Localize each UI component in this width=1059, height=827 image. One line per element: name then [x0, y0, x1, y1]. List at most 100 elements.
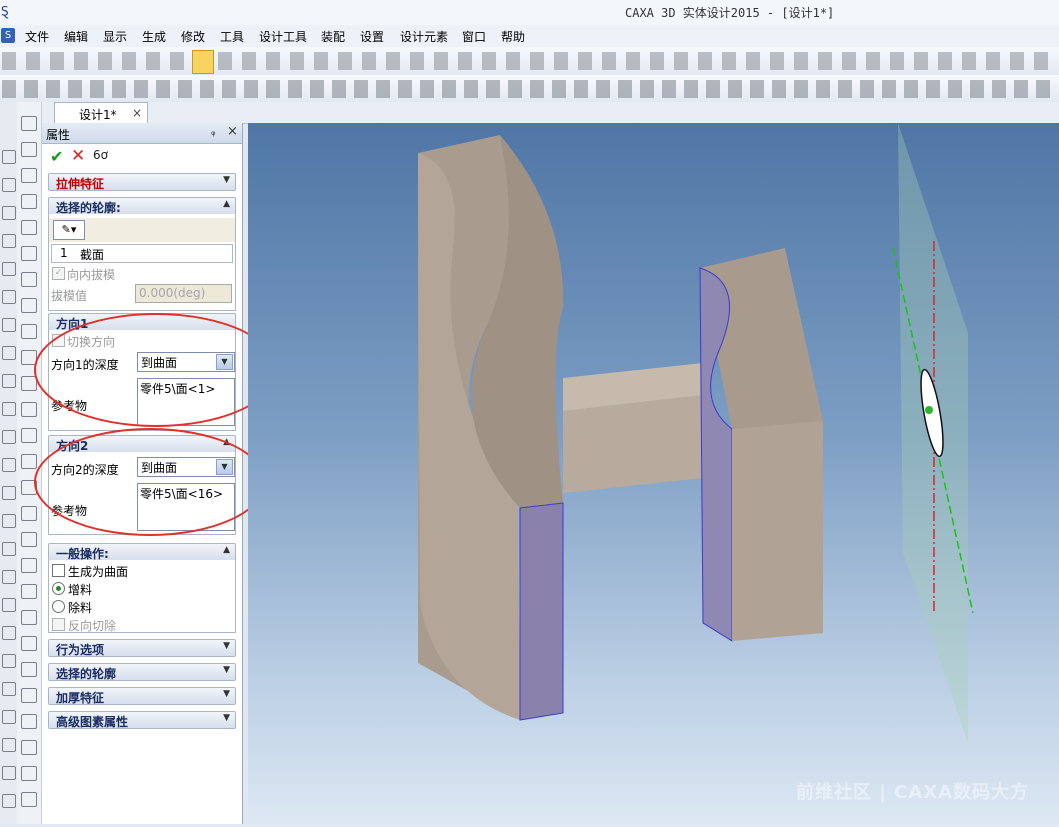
- inward-draft-checkbox[interactable]: ✓: [52, 267, 65, 280]
- pan-icon[interactable]: [21, 142, 37, 157]
- chevron-down-icon: ▼: [223, 689, 230, 699]
- chevron-up-icon: ▲: [223, 199, 230, 209]
- hole-icon[interactable]: [21, 246, 37, 261]
- close-panel-icon[interactable]: ×: [227, 124, 238, 139]
- section-selected-profile-2-label: 选择的轮廓: [56, 667, 117, 681]
- zoom-icon[interactable]: [21, 168, 37, 183]
- offset-icon[interactable]: [2, 346, 16, 360]
- add-material-radio[interactable]: [52, 582, 65, 595]
- section-selected-profile[interactable]: 选择的轮廓: ▲: [48, 197, 236, 215]
- texture-icon[interactable]: [21, 558, 37, 573]
- profile-list[interactable]: 1 截面: [51, 244, 233, 263]
- rectangle-icon[interactable]: [2, 262, 16, 276]
- pin-icon[interactable]: ᵩ: [211, 125, 216, 138]
- menu-window[interactable]: 窗口: [462, 28, 486, 45]
- toolbar-icons-row-1[interactable]: [2, 52, 1057, 70]
- section-extrude-feature[interactable]: 拉伸特征 ▼: [48, 173, 236, 191]
- rib-icon[interactable]: [21, 298, 37, 313]
- active-tool-icon[interactable]: [192, 50, 214, 74]
- check-icon[interactable]: [2, 738, 16, 752]
- rotate-icon[interactable]: [21, 116, 37, 131]
- circle-icon[interactable]: [2, 234, 16, 248]
- cancel-icon[interactable]: ✕: [71, 146, 85, 166]
- spline-icon[interactable]: [2, 318, 16, 332]
- menu-design-tools[interactable]: 设计工具: [259, 28, 307, 45]
- chamfer-icon[interactable]: [21, 324, 37, 339]
- material-icon[interactable]: [21, 532, 37, 547]
- section-behavior-options[interactable]: 行为选项 ▼: [48, 639, 236, 657]
- make-surface-label: 生成为曲面: [68, 565, 129, 579]
- menu-help[interactable]: 帮助: [501, 28, 525, 45]
- section-advanced-properties[interactable]: 高级图素属性 ▼: [48, 711, 236, 729]
- camera-icon[interactable]: [21, 506, 37, 521]
- shell-icon[interactable]: [21, 272, 37, 287]
- print-icon[interactable]: [21, 766, 37, 781]
- section-selected-profile-2[interactable]: 选择的轮廓 ▼: [48, 663, 236, 681]
- preview-icon[interactable]: 6ơ: [93, 148, 108, 162]
- section-icon[interactable]: [21, 428, 37, 443]
- toolbar-icons-row-2[interactable]: [2, 80, 1057, 98]
- trim-icon[interactable]: [2, 374, 16, 388]
- reverse-cut-label: 反向切除: [68, 619, 117, 633]
- section-extrude-feature-label: 拉伸特征: [56, 177, 105, 191]
- close-tab-icon[interactable]: ×: [132, 106, 142, 120]
- dimension-icon[interactable]: [2, 486, 16, 500]
- menu-modify[interactable]: 修改: [181, 28, 205, 45]
- highlight-ring-direction2: [34, 428, 266, 536]
- polygon-icon[interactable]: [2, 290, 16, 304]
- transparency-icon[interactable]: [21, 636, 37, 651]
- reverse-cut-checkbox[interactable]: [52, 618, 65, 631]
- menu-design-elements[interactable]: 设计元素: [400, 28, 448, 45]
- point-icon[interactable]: [2, 542, 16, 556]
- grid-icon[interactable]: [2, 682, 16, 696]
- draft-value-label: 拔模值: [51, 289, 88, 303]
- draft-value-field[interactable]: 0.000(deg): [135, 284, 232, 303]
- extend-icon[interactable]: [2, 402, 16, 416]
- fit-icon[interactable]: [21, 194, 37, 209]
- measure-icon[interactable]: [21, 402, 37, 417]
- menu-tools[interactable]: 工具: [220, 28, 244, 45]
- 3d-viewport[interactable]: 前维社区 | CAXA数码大方: [248, 123, 1059, 824]
- background-icon[interactable]: [21, 688, 37, 703]
- menu-file[interactable]: 文件: [25, 28, 49, 45]
- menu-assembly[interactable]: 装配: [321, 28, 345, 45]
- menu-edit[interactable]: 编辑: [64, 28, 88, 45]
- arc-icon[interactable]: [2, 206, 16, 220]
- mirror-icon[interactable]: [2, 458, 16, 472]
- light-icon[interactable]: [21, 454, 37, 469]
- project-icon[interactable]: [2, 598, 16, 612]
- profile-row-index: 1: [60, 246, 68, 260]
- app-icon: Ȿ: [1, 4, 9, 18]
- fog-icon[interactable]: [21, 714, 37, 729]
- chevron-down-icon: ▼: [223, 665, 230, 675]
- layout-icon[interactable]: [2, 654, 16, 668]
- equation-icon[interactable]: [2, 626, 16, 640]
- decal-icon[interactable]: [21, 584, 37, 599]
- finish-icon[interactable]: [2, 794, 16, 808]
- make-surface-checkbox[interactable]: [52, 564, 65, 577]
- snap-icon[interactable]: [2, 766, 16, 780]
- axis-icon[interactable]: [2, 710, 16, 724]
- menu-settings[interactable]: 设置: [360, 28, 384, 45]
- export-icon[interactable]: [21, 740, 37, 755]
- edit-sketch-icon[interactable]: ✎▾: [53, 220, 85, 240]
- bump-icon[interactable]: [21, 610, 37, 625]
- section-general-operation[interactable]: 一般操作: ▲: [48, 543, 236, 561]
- tab-design1[interactable]: 设计1* ×: [54, 102, 148, 124]
- panel-title: 属性: [46, 128, 71, 142]
- menu-view[interactable]: 显示: [103, 28, 127, 45]
- text-icon[interactable]: [2, 570, 16, 584]
- line-icon[interactable]: [2, 178, 16, 192]
- remove-material-radio[interactable]: [52, 600, 65, 613]
- menu-generate[interactable]: 生成: [142, 28, 166, 45]
- title-bar: Ȿ CAXA 3D 实体设计2015 - [设计1*]: [0, 0, 1059, 25]
- confirm-icon[interactable]: ✔: [50, 147, 63, 166]
- smart-render-icon[interactable]: [21, 662, 37, 677]
- fillet-2d-icon[interactable]: [2, 430, 16, 444]
- section-thicken-feature[interactable]: 加厚特征 ▼: [48, 687, 236, 705]
- app-menu-icon[interactable]: S: [1, 28, 15, 43]
- constraint-icon[interactable]: [2, 514, 16, 528]
- pattern-icon[interactable]: [21, 220, 37, 235]
- settings-icon[interactable]: [21, 792, 37, 807]
- sketch-icon[interactable]: [2, 150, 16, 164]
